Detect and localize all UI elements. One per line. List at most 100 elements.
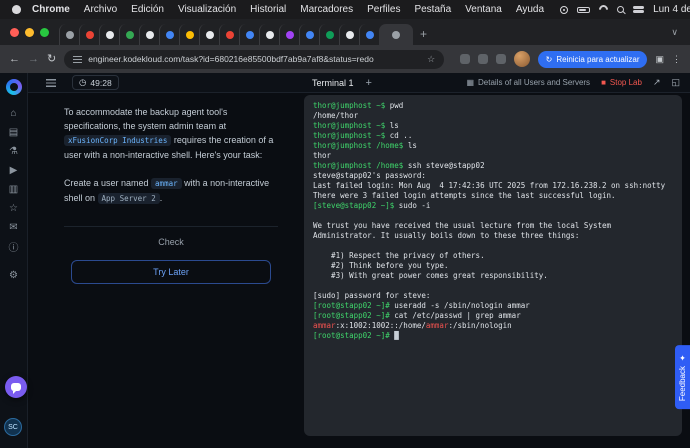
courses-icon[interactable]: ▤	[0, 123, 27, 142]
restart-to-update-button[interactable]: ↻ Reinicia para actualizar	[538, 51, 648, 68]
menubar-item[interactable]: Ventana	[458, 4, 509, 15]
browser-tab[interactable]	[239, 24, 259, 45]
profile-avatar[interactable]	[514, 51, 530, 67]
terminal-line: #3) With great power comes great respons…	[313, 271, 673, 281]
menubar-item[interactable]: Perfiles	[360, 4, 407, 15]
browser-tab[interactable]	[119, 24, 139, 45]
menubar-item[interactable]: Ayuda	[509, 4, 551, 15]
terminal-line	[313, 281, 673, 291]
browser-tab[interactable]	[219, 24, 239, 45]
browser-tab[interactable]	[299, 24, 319, 45]
lab-header-actions: ▦ Details of all Users and Servers ■ Sto…	[466, 77, 680, 88]
terminal-line: thor@jumphost ~$ pwd	[313, 101, 673, 111]
browser-tab[interactable]	[279, 24, 299, 45]
tab-list	[59, 24, 413, 45]
terminal-line: [sudo] password for steve:	[313, 291, 673, 301]
reload-icon[interactable]: ↻	[47, 54, 56, 65]
company-chip: xFusionCorp Industries	[64, 135, 171, 146]
menubar-item[interactable]: Historial	[243, 4, 293, 15]
chrome-menu-icon[interactable]: ⋮	[672, 55, 681, 64]
menubar-item[interactable]: Visualización	[171, 4, 243, 15]
fullscreen-icon[interactable]: ◱	[671, 77, 680, 88]
menubar-item[interactable]: Pestaña	[407, 4, 458, 15]
tab-favicon	[126, 31, 134, 39]
open-external-icon[interactable]: ↗	[653, 77, 661, 88]
menubar-item[interactable]: Marcadores	[293, 4, 360, 15]
settings-icon[interactable]: ⚙	[0, 266, 27, 285]
details-link[interactable]: ▦ Details of all Users and Servers	[466, 78, 590, 87]
kodekloud-logo[interactable]	[6, 79, 22, 95]
lab-timer: ◷ 49:28	[72, 75, 119, 90]
browser-tab[interactable]	[139, 24, 159, 45]
home-icon[interactable]: ⌂	[0, 104, 27, 123]
browser-tab[interactable]	[199, 24, 219, 45]
check-button[interactable]: Check	[158, 237, 184, 247]
browser-tab[interactable]	[99, 24, 119, 45]
terminal-line: Administrator. It usually boils down to …	[313, 231, 673, 241]
task-description: To accommodate the backup agent tool's s…	[64, 105, 278, 162]
extension-icon[interactable]	[496, 54, 506, 64]
apple-logo-icon[interactable]	[12, 5, 21, 14]
user-avatar[interactable]: SC	[4, 418, 22, 436]
browser-tab[interactable]	[379, 24, 413, 45]
playgrounds-icon[interactable]: ▶	[0, 161, 27, 180]
menubar-clock[interactable]: Lun 4 de ago. 12:44 p.m.	[653, 4, 690, 15]
terminal-line: thor@jumphost /home$ ls	[313, 141, 673, 151]
browser-tab[interactable]	[79, 24, 99, 45]
fullscreen-window-button[interactable]	[40, 28, 49, 37]
menubar-item[interactable]: Edición	[124, 4, 171, 15]
battery-icon[interactable]	[577, 7, 590, 13]
browser-tab[interactable]	[359, 24, 379, 45]
kodekloud-page: ⌂▤⚗▶▥☆✉ⓘ ⚙ ◷ 49:28 Terminal 1 + ▦ Detail…	[0, 73, 690, 448]
minimize-window-button[interactable]	[25, 28, 34, 37]
menubar-item[interactable]: Chrome	[25, 4, 77, 15]
address-bar[interactable]: engineer.kodekloud.com/task?id=680216e85…	[64, 50, 444, 69]
menubar-menus: ChromeArchivoEdiciónVisualizaciónHistori…	[25, 4, 458, 15]
close-window-button[interactable]	[10, 28, 19, 37]
labs-icon[interactable]: ⚗	[0, 142, 27, 161]
spotlight-search-icon[interactable]	[617, 6, 624, 13]
browser-tab[interactable]	[319, 24, 339, 45]
tab-favicon	[166, 31, 174, 39]
achievements-icon[interactable]: ☆	[0, 199, 27, 218]
stop-lab-button[interactable]: ■ Stop Lab	[601, 78, 642, 87]
terminal-line: We trust you have received the usual lec…	[313, 221, 673, 231]
new-terminal-button[interactable]: +	[366, 77, 372, 89]
site-settings-icon[interactable]	[73, 56, 82, 63]
terminal-line: #1) Respect the privacy of others.	[313, 251, 673, 261]
extension-icon[interactable]	[478, 54, 488, 64]
forward-icon[interactable]: →	[28, 54, 39, 65]
tab-favicon	[206, 31, 214, 39]
terminal-line: [steve@stapp02 ~]$ sudo -i	[313, 201, 673, 211]
feedback-button[interactable]: Feedback ✦	[675, 345, 690, 409]
lab-header-left: ◷ 49:28	[28, 75, 302, 90]
try-later-button[interactable]: Try Later	[71, 260, 271, 284]
tab-favicon	[286, 31, 294, 39]
update-button-label: Reinicia para actualizar	[556, 55, 639, 64]
chat-launcher-button[interactable]	[5, 376, 27, 398]
menubar-item[interactable]: Archivo	[77, 4, 124, 15]
new-tab-button[interactable]: +	[420, 28, 427, 40]
browser-tab[interactable]	[159, 24, 179, 45]
browser-tab[interactable]	[179, 24, 199, 45]
main-area: ◷ 49:28 Terminal 1 + ▦ Details of all Us…	[28, 73, 690, 448]
bookmark-star-icon[interactable]: ☆	[427, 54, 435, 65]
messages-icon[interactable]: ✉	[0, 218, 27, 237]
extension-icon[interactable]	[460, 54, 470, 64]
wifi-icon[interactable]	[597, 3, 610, 16]
extensions-puzzle-icon[interactable]: ▣	[655, 55, 664, 64]
info-icon[interactable]: ⓘ	[0, 237, 27, 256]
url-text[interactable]: engineer.kodekloud.com/task?id=680216e85…	[88, 54, 373, 64]
tab-terminal-1[interactable]: Terminal 1	[312, 78, 354, 88]
terminal-output[interactable]: thor@jumphost ~$ pwd/home/thorthor@jumph…	[304, 95, 682, 436]
panel-toggle-icon[interactable]	[46, 79, 56, 87]
back-icon[interactable]: ←	[9, 54, 20, 65]
control-center-icon[interactable]	[633, 5, 644, 14]
library-icon[interactable]: ▥	[0, 180, 27, 199]
tab-search-chevron-icon[interactable]: ∨	[671, 27, 684, 45]
screen-record-icon[interactable]	[560, 6, 568, 14]
browser-tab[interactable]	[259, 24, 279, 45]
terminal-wrap: thor@jumphost ~$ pwd/home/thorthor@jumph…	[302, 93, 690, 448]
browser-tab[interactable]	[339, 24, 359, 45]
browser-tab[interactable]	[59, 24, 79, 45]
